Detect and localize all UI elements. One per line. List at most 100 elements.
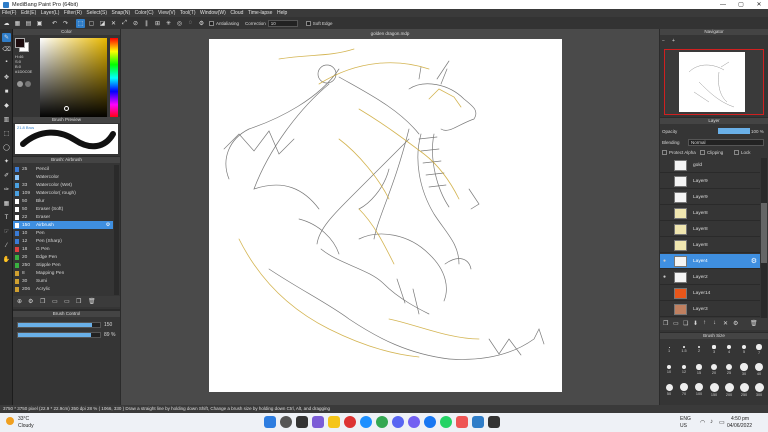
blending-select[interactable]: Normal: [688, 139, 764, 146]
brush-size-preset[interactable]: 4: [722, 341, 736, 360]
brush-item[interactable]: 8 Mapping Pen: [13, 269, 113, 277]
lock-checkbox[interactable]: [734, 150, 739, 155]
hand-tool-icon[interactable]: ✋: [2, 255, 11, 264]
layer-opacity-slider[interactable]: [718, 128, 750, 134]
layer-row[interactable]: ● Layer2: [660, 270, 760, 285]
brush-item[interactable]: 22 Eraser: [13, 213, 113, 221]
menu-item[interactable]: Color(C): [135, 10, 154, 16]
brush-size-preset[interactable]: 3: [707, 341, 721, 360]
snap-curve-icon[interactable]: ◌: [186, 19, 195, 28]
layer-visibility-icon[interactable]: ●: [663, 274, 666, 280]
brush-size-preset[interactable]: 10: [662, 361, 676, 380]
brush-item[interactable]: 50 Eraser (Soft): [13, 205, 113, 213]
brush-item[interactable]: 250 Stipple Pen: [13, 261, 113, 269]
pen-app-icon[interactable]: [488, 416, 500, 428]
navigator-preview[interactable]: [664, 49, 764, 115]
whatsapp-icon[interactable]: [440, 416, 452, 428]
close-button[interactable]: ✕: [750, 0, 768, 9]
select-all-icon[interactable]: ▢: [87, 19, 96, 28]
move-up-icon[interactable]: ↑: [703, 320, 706, 326]
new-folder-icon[interactable]: ▭: [673, 320, 679, 327]
viber-icon[interactable]: [408, 416, 420, 428]
eraser-tool-icon[interactable]: ⌫: [2, 45, 11, 54]
brush-size-preset[interactable]: 1.5: [677, 341, 691, 360]
layout-icon[interactable]: ▤: [24, 19, 33, 28]
brush-item[interactable]: Watercolor: [13, 173, 113, 181]
menu-item[interactable]: Help: [277, 10, 287, 16]
menu-item[interactable]: Filter(R): [64, 10, 82, 16]
brush-size-slider[interactable]: [17, 322, 101, 328]
brush-size-preset[interactable]: 50: [662, 381, 676, 400]
messenger-icon[interactable]: [424, 416, 436, 428]
menu-item[interactable]: File(F): [2, 10, 16, 16]
discord-icon[interactable]: [392, 416, 404, 428]
brush-item[interactable]: 33 Watercolor (Wet): [13, 181, 113, 189]
brush-size-preset[interactable]: 30: [737, 361, 751, 380]
menu-item[interactable]: Cloud: [230, 10, 243, 16]
shape-tool-icon[interactable]: ■: [2, 87, 11, 96]
select-pen-icon[interactable]: ✐: [2, 171, 11, 180]
opera-icon[interactable]: [344, 416, 356, 428]
layer-settings-icon[interactable]: ⚙: [751, 257, 757, 265]
snap-circle-icon[interactable]: ◎: [175, 19, 184, 28]
brush-item[interactable]: 20 Edge Pen: [13, 253, 113, 261]
snap-cross-icon[interactable]: ⊞: [153, 19, 162, 28]
text-tool-icon[interactable]: T: [2, 213, 11, 222]
layer-visibility-icon[interactable]: ●: [663, 258, 666, 264]
teams-icon[interactable]: [312, 416, 324, 428]
import-brush-icon[interactable]: ▭: [52, 298, 58, 305]
brush-settings-icon[interactable]: ⚙: [106, 223, 110, 228]
move-down-icon[interactable]: ↓: [713, 320, 716, 326]
delete-layer-icon[interactable]: 🗑: [750, 320, 758, 327]
clock-date[interactable]: 04/06/2022: [727, 423, 752, 429]
gradient-tool-icon[interactable]: ▥: [2, 115, 11, 124]
brush-size-preset[interactable]: 7: [752, 341, 766, 360]
menu-item[interactable]: View(V): [158, 10, 175, 16]
menu-item[interactable]: Tool(T): [180, 10, 196, 16]
duplicate-layer-icon[interactable]: ❏: [683, 320, 688, 327]
magic-wand-icon[interactable]: ✦: [2, 157, 11, 166]
color-wheel-mode-icon[interactable]: [17, 81, 23, 87]
menu-item[interactable]: Select(S): [86, 10, 107, 16]
brush-item[interactable]: 18 G Pen: [13, 245, 113, 253]
copy-brush-icon[interactable]: ❐: [40, 298, 45, 305]
hue-slider[interactable]: [110, 38, 118, 118]
brush-size-preset[interactable]: 250: [737, 381, 751, 400]
grid-icon[interactable]: ▦: [13, 19, 22, 28]
invert-icon[interactable]: ◪: [98, 19, 107, 28]
battery-icon[interactable]: ▭: [719, 419, 725, 426]
brush-list-scrollbar[interactable]: [114, 165, 119, 295]
brush-size-preset[interactable]: 2: [692, 341, 706, 360]
layer-row[interactable]: Layer8: [660, 222, 760, 237]
lang-region[interactable]: US: [680, 423, 687, 429]
drawing-canvas[interactable]: [209, 39, 562, 392]
search-icon[interactable]: [280, 416, 292, 428]
clear-layer-icon[interactable]: ✕: [723, 320, 728, 327]
brush-opacity-slider[interactable]: [17, 332, 101, 338]
brush-item[interactable]: 10 Pen: [13, 229, 113, 237]
operation-tool-icon[interactable]: ☞: [2, 227, 11, 236]
layer-row[interactable]: Layer9: [660, 174, 760, 189]
move-tool-icon[interactable]: ✥: [2, 73, 11, 82]
explorer-icon[interactable]: [328, 416, 340, 428]
lang-code[interactable]: ENG: [680, 416, 691, 422]
start-icon[interactable]: [264, 416, 276, 428]
brush-tool-icon[interactable]: ✎: [2, 33, 11, 42]
select-eraser-icon[interactable]: ✑: [2, 185, 11, 194]
new-layer-icon[interactable]: ❐: [663, 320, 668, 327]
layer-row[interactable]: Layer8: [660, 238, 760, 253]
volume-icon[interactable]: ♪: [710, 419, 713, 425]
medibang-taskbar-icon[interactable]: [472, 416, 484, 428]
add-brush-icon[interactable]: ⊕: [17, 298, 22, 305]
layer-row[interactable]: Layer8: [660, 206, 760, 221]
brush-size-preset[interactable]: 12: [677, 361, 691, 380]
menu-item[interactable]: Time-lapse: [248, 10, 273, 16]
menu-item[interactable]: Window(W): [200, 10, 226, 16]
layer-row[interactable]: ● Layer4 ⚙: [660, 254, 760, 269]
brush-size-preset[interactable]: 300: [752, 381, 766, 400]
brush-size-preset[interactable]: 150: [707, 381, 721, 400]
layer-row[interactable]: Layer3: [660, 302, 760, 317]
correction-select[interactable]: 10: [267, 19, 298, 27]
brush-item[interactable]: 150 Airbrush ⚙: [13, 221, 113, 229]
brush-size-preset[interactable]: 20: [707, 361, 721, 380]
